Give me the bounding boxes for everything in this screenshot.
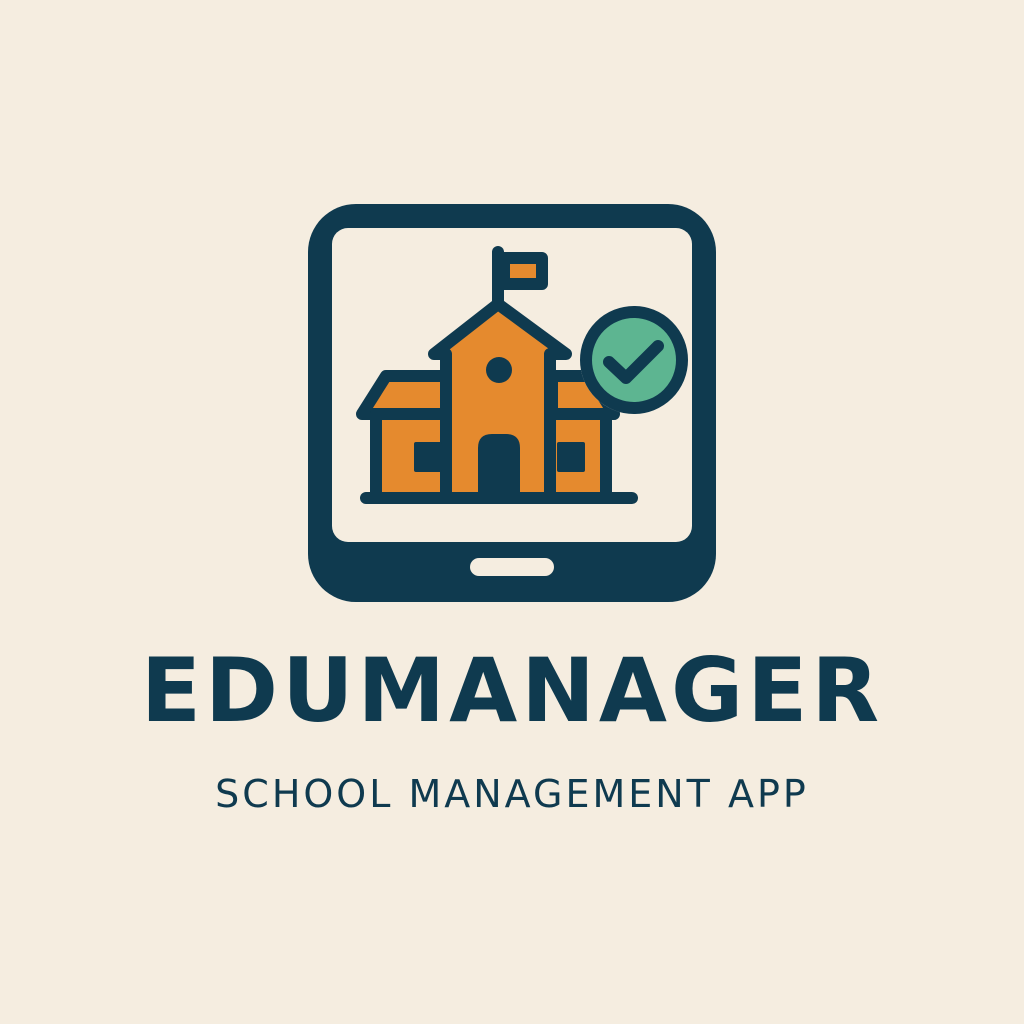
round-window	[486, 357, 512, 383]
tablet-icon	[308, 204, 716, 602]
checkmark-badge-icon	[580, 306, 688, 414]
brand-name: EDUMANAGER	[140, 639, 884, 742]
tablet-home-button	[470, 558, 554, 576]
left-window	[414, 442, 442, 472]
flag-icon	[498, 252, 548, 290]
right-window	[557, 442, 585, 472]
door	[478, 434, 520, 498]
brand-tagline: SCHOOL MANAGEMENT APP	[215, 772, 809, 816]
logo-page: { "brand": { "name": "EDUMANAGER", "tagl…	[0, 0, 1024, 1024]
